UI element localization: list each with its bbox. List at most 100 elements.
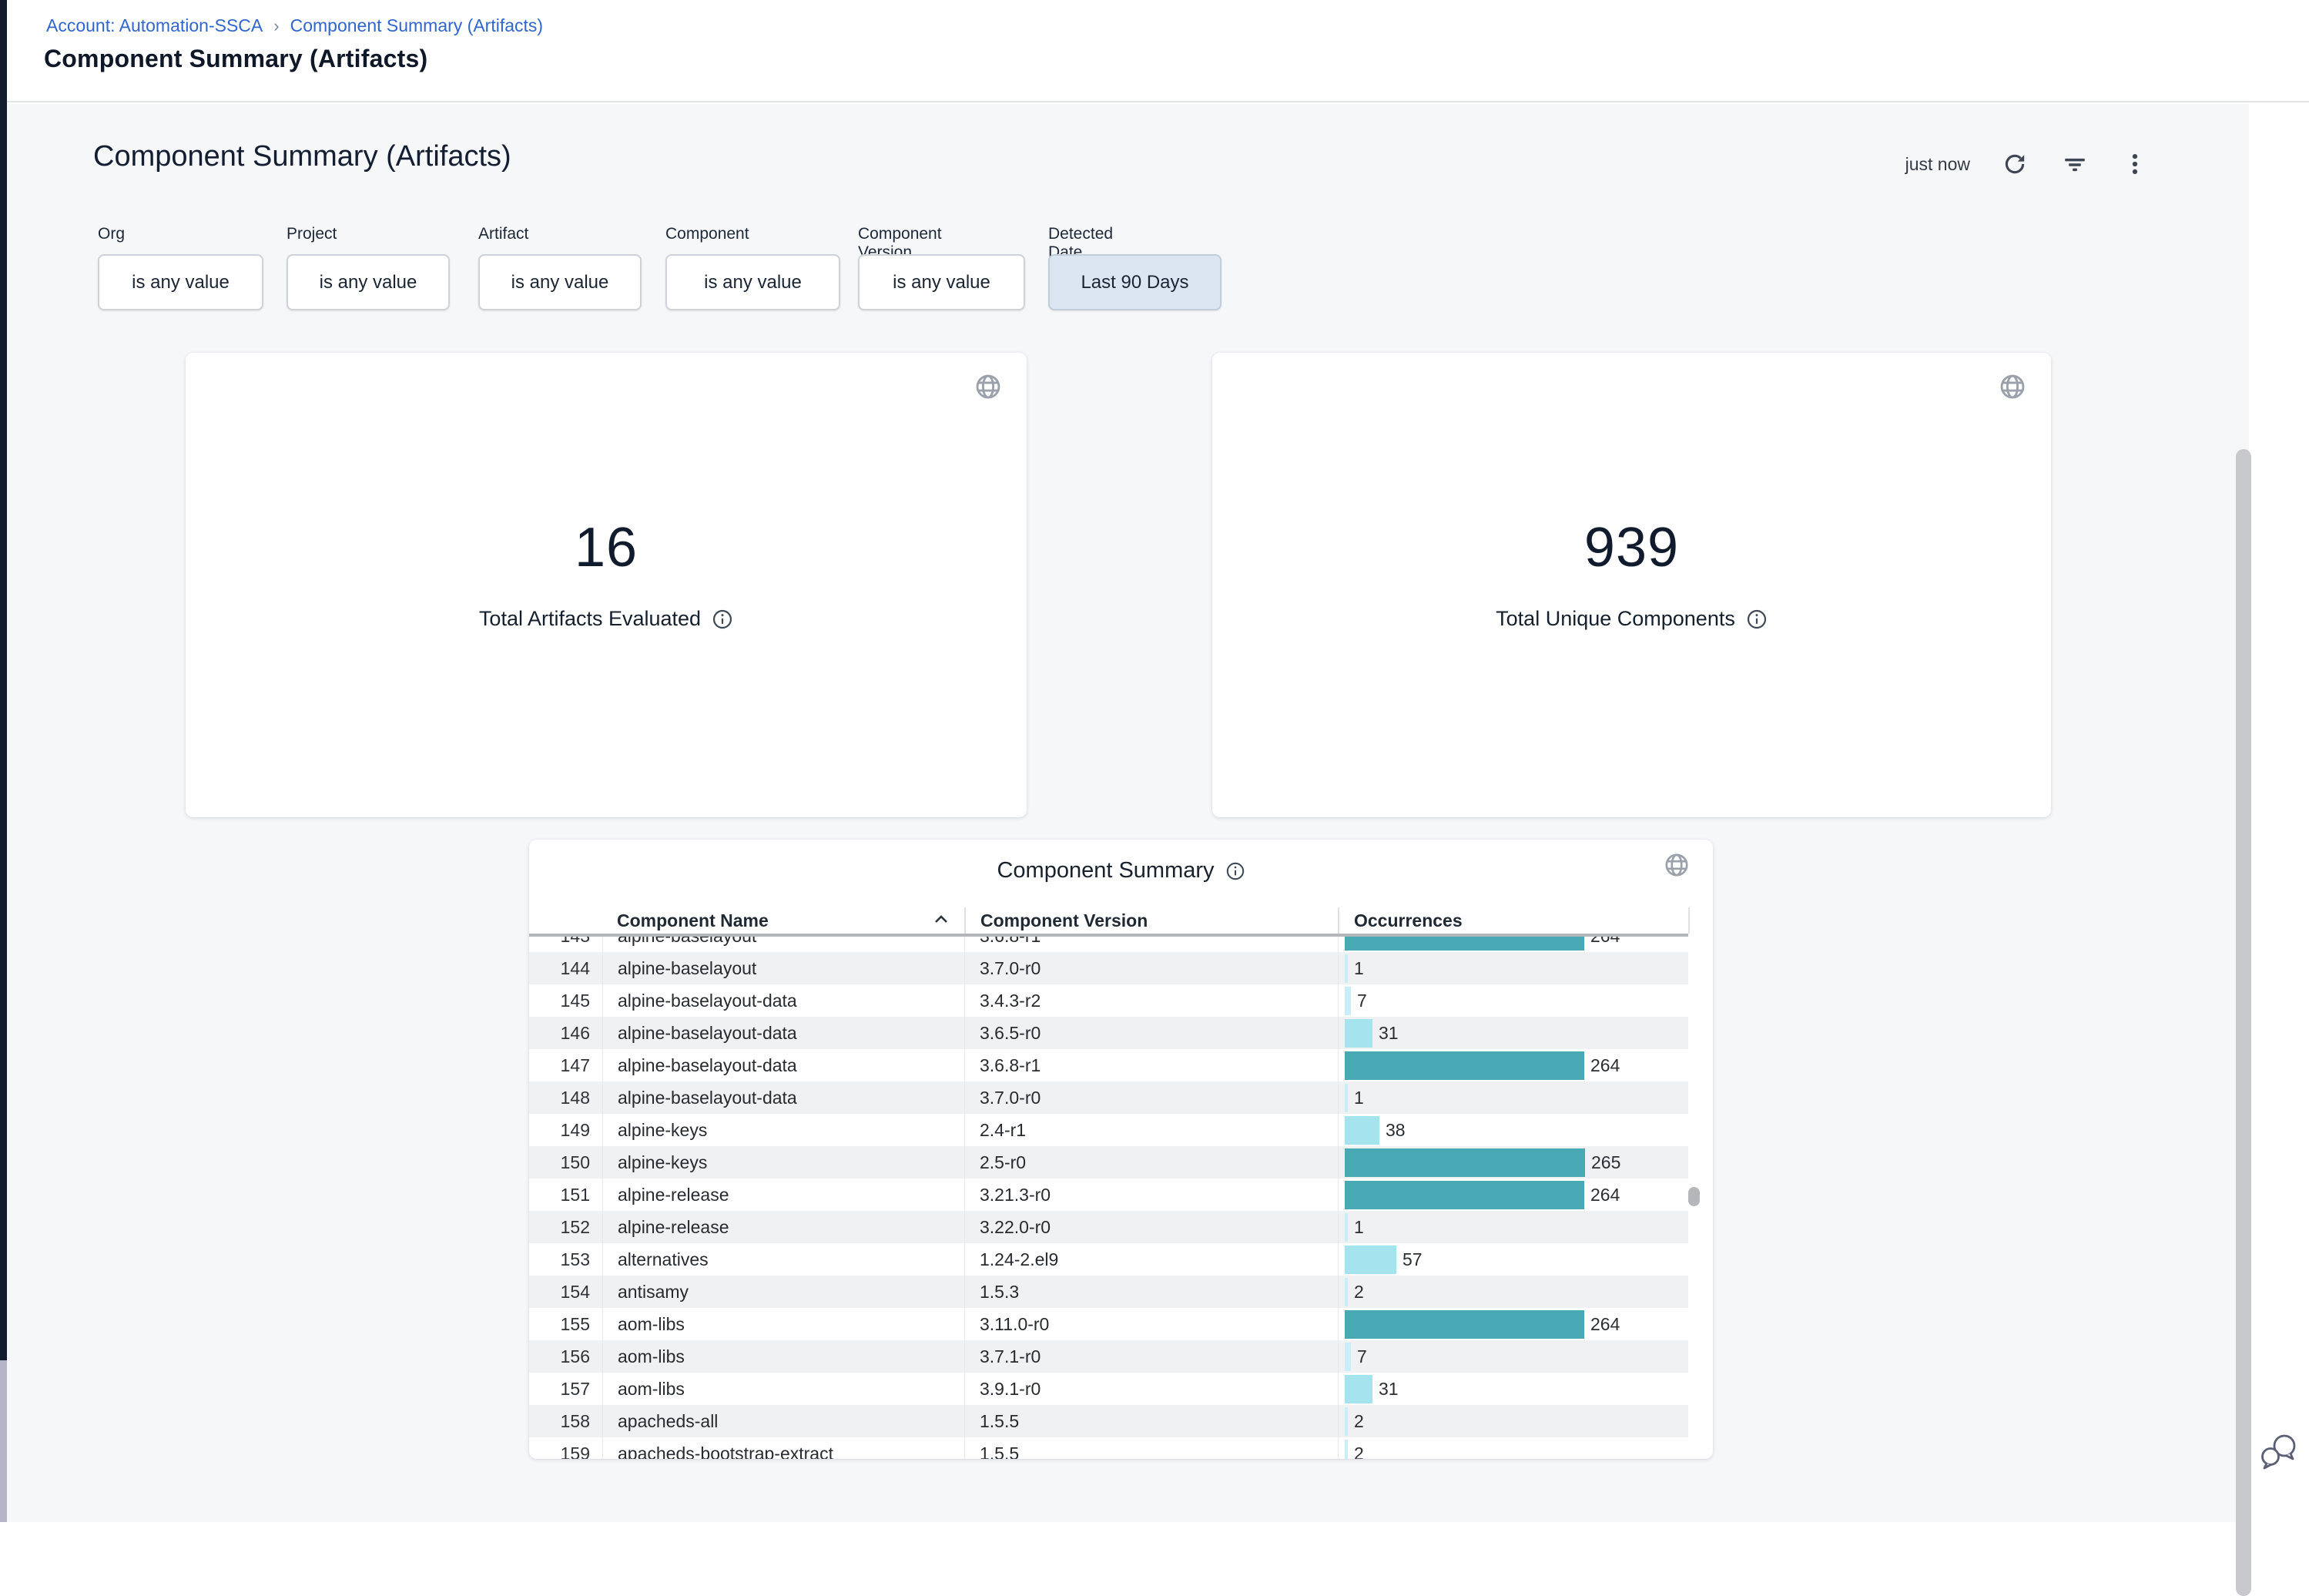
component-name-cell[interactable]: aom-libs: [602, 1308, 964, 1340]
table-row[interactable]: 151alpine-release3.21.3-r0264: [529, 1179, 1688, 1211]
component-name-cell[interactable]: alpine-baselayout: [602, 937, 964, 952]
component-name-cell[interactable]: alpine-release: [602, 1211, 964, 1243]
panel-scrollbar-thumb[interactable]: [2236, 449, 2251, 1596]
table-row[interactable]: 143alpine-baselayout3.6.8-r1264: [529, 937, 1688, 952]
component-version-cell[interactable]: 3.7.0-r0: [964, 952, 1338, 984]
component-version-cell[interactable]: 3.6.5-r0: [964, 1017, 1338, 1049]
table-scrollbar-thumb[interactable]: [1688, 1187, 1700, 1206]
occurrences-value: 265: [1591, 1152, 1620, 1173]
table-row[interactable]: 153alternatives1.24-2.el957: [529, 1243, 1688, 1276]
stat-content: 16 Total Artifacts Evaluated: [186, 353, 1027, 817]
occurrences-cell[interactable]: 264: [1338, 1179, 1688, 1211]
component-name-cell[interactable]: alpine-baselayout: [602, 952, 964, 984]
occurrences-cell[interactable]: 31: [1338, 1017, 1688, 1049]
table-row[interactable]: 147alpine-baselayout-data3.6.8-r1264: [529, 1049, 1688, 1081]
occurrences-cell[interactable]: 264: [1338, 1308, 1688, 1340]
info-icon[interactable]: [712, 609, 733, 630]
occurrences-cell[interactable]: 1: [1338, 952, 1688, 984]
filter-value-detected-date[interactable]: Last 90 Days: [1048, 254, 1222, 310]
dashboard-filters-button[interactable]: [2059, 149, 2090, 179]
occurrences-value: 1: [1354, 1088, 1364, 1108]
occurrences-cell[interactable]: 57: [1338, 1243, 1688, 1276]
info-icon[interactable]: [1225, 861, 1245, 881]
occurrences-bar: [1345, 987, 1351, 1015]
component-name-cell[interactable]: alpine-keys: [602, 1146, 964, 1179]
occurrences-cell[interactable]: 31: [1338, 1373, 1688, 1405]
chat-help-widget-button[interactable]: [2260, 1433, 2300, 1471]
breadcrumb-current-link[interactable]: Component Summary (Artifacts): [290, 15, 543, 36]
filter-value-project[interactable]: is any value: [287, 254, 450, 310]
component-name-cell[interactable]: alternatives: [602, 1243, 964, 1276]
table-row[interactable]: 155aom-libs3.11.0-r0264: [529, 1308, 1688, 1340]
filter-value-component[interactable]: is any value: [665, 254, 840, 310]
component-version-cell[interactable]: 3.22.0-r0: [964, 1211, 1338, 1243]
component-name-cell[interactable]: alpine-baselayout-data: [602, 1049, 964, 1081]
table-row[interactable]: 148alpine-baselayout-data3.7.0-r01: [529, 1081, 1688, 1114]
component-version-cell[interactable]: 3.21.3-r0: [964, 1179, 1338, 1211]
component-version-cell[interactable]: 1.5.5: [964, 1437, 1338, 1459]
component-name-cell[interactable]: apacheds-all: [602, 1405, 964, 1437]
table-row[interactable]: 145alpine-baselayout-data3.4.3-r27: [529, 984, 1688, 1017]
component-version-cell[interactable]: 3.7.0-r0: [964, 1081, 1338, 1114]
table-row[interactable]: 152alpine-release3.22.0-r01: [529, 1211, 1688, 1243]
table-row[interactable]: 158apacheds-all1.5.52: [529, 1405, 1688, 1437]
component-name-cell[interactable]: alpine-keys: [602, 1114, 964, 1146]
occurrences-cell[interactable]: 264: [1338, 1049, 1688, 1081]
info-icon[interactable]: [1746, 609, 1768, 630]
component-version-cell[interactable]: 3.6.8-r1: [964, 937, 1338, 952]
component-name-cell[interactable]: antisamy: [602, 1276, 964, 1308]
occurrences-cell[interactable]: 264: [1338, 937, 1688, 952]
table-row[interactable]: 149alpine-keys2.4-r138: [529, 1114, 1688, 1146]
globe-timezone-icon[interactable]: [1664, 852, 1690, 878]
filter-value-component-version[interactable]: is any value: [858, 254, 1025, 310]
occurrences-cell[interactable]: 7: [1338, 1340, 1688, 1373]
component-name-cell[interactable]: aom-libs: [602, 1340, 964, 1373]
breadcrumb-account-link[interactable]: Account: Automation-SSCA: [46, 15, 263, 36]
component-version-cell[interactable]: 3.9.1-r0: [964, 1373, 1338, 1405]
collapsed-sidebar-strip-lower[interactable]: [0, 1360, 7, 1522]
sort-ascending-icon[interactable]: [933, 914, 949, 924]
table-row[interactable]: 150alpine-keys2.5-r0265: [529, 1146, 1688, 1179]
collapsed-sidebar-strip[interactable]: [0, 0, 7, 1360]
component-version-cell[interactable]: 2.5-r0: [964, 1146, 1338, 1179]
component-version-cell[interactable]: 1.5.5: [964, 1405, 1338, 1437]
occurrences-bar: [1345, 1019, 1372, 1048]
component-name-cell[interactable]: alpine-baselayout-data: [602, 984, 964, 1017]
component-version-cell[interactable]: 1.24-2.el9: [964, 1243, 1338, 1276]
component-version-cell[interactable]: 1.5.3: [964, 1276, 1338, 1308]
table-row[interactable]: 154antisamy1.5.32: [529, 1276, 1688, 1308]
component-version-cell[interactable]: 3.4.3-r2: [964, 984, 1338, 1017]
dashboard-actions-menu-button[interactable]: [2120, 149, 2150, 179]
occurrences-cell[interactable]: 2: [1338, 1276, 1688, 1308]
occurrences-cell[interactable]: 38: [1338, 1114, 1688, 1146]
row-index: 155: [529, 1308, 602, 1340]
column-header-component-version[interactable]: Component Version: [964, 907, 1338, 934]
component-name-cell[interactable]: alpine-baselayout-data: [602, 1081, 964, 1114]
filter-value-org[interactable]: is any value: [98, 254, 263, 310]
occurrences-cell[interactable]: 1: [1338, 1211, 1688, 1243]
occurrences-cell[interactable]: 7: [1338, 984, 1688, 1017]
component-version-cell[interactable]: 3.11.0-r0: [964, 1308, 1338, 1340]
occurrences-cell[interactable]: 2: [1338, 1405, 1688, 1437]
occurrences-cell[interactable]: 2: [1338, 1437, 1688, 1459]
table-row[interactable]: 146alpine-baselayout-data3.6.5-r031: [529, 1017, 1688, 1049]
refresh-button[interactable]: [1999, 149, 2030, 179]
table-row[interactable]: 144alpine-baselayout3.7.0-r01: [529, 952, 1688, 984]
component-version-cell[interactable]: 3.7.1-r0: [964, 1340, 1338, 1373]
component-name-cell[interactable]: aom-libs: [602, 1373, 964, 1405]
table-row[interactable]: 159apacheds-bootstrap-extract1.5.52: [529, 1437, 1688, 1459]
column-header-component-name[interactable]: Component Name: [617, 907, 925, 934]
column-header-occurrences[interactable]: Occurrences: [1338, 907, 1688, 934]
occurrences-cell[interactable]: 1: [1338, 1081, 1688, 1114]
component-name-cell[interactable]: apacheds-bootstrap-extract: [602, 1437, 964, 1459]
stat-content: 939 Total Unique Components: [1212, 353, 2051, 817]
component-name-cell[interactable]: alpine-release: [602, 1179, 964, 1211]
table-row[interactable]: 156aom-libs3.7.1-r07: [529, 1340, 1688, 1373]
refresh-icon: [2002, 151, 2028, 177]
component-name-cell[interactable]: alpine-baselayout-data: [602, 1017, 964, 1049]
table-row[interactable]: 157aom-libs3.9.1-r031: [529, 1373, 1688, 1405]
filter-value-artifact[interactable]: is any value: [478, 254, 642, 310]
occurrences-cell[interactable]: 265: [1338, 1146, 1688, 1179]
component-version-cell[interactable]: 3.6.8-r1: [964, 1049, 1338, 1081]
component-version-cell[interactable]: 2.4-r1: [964, 1114, 1338, 1146]
